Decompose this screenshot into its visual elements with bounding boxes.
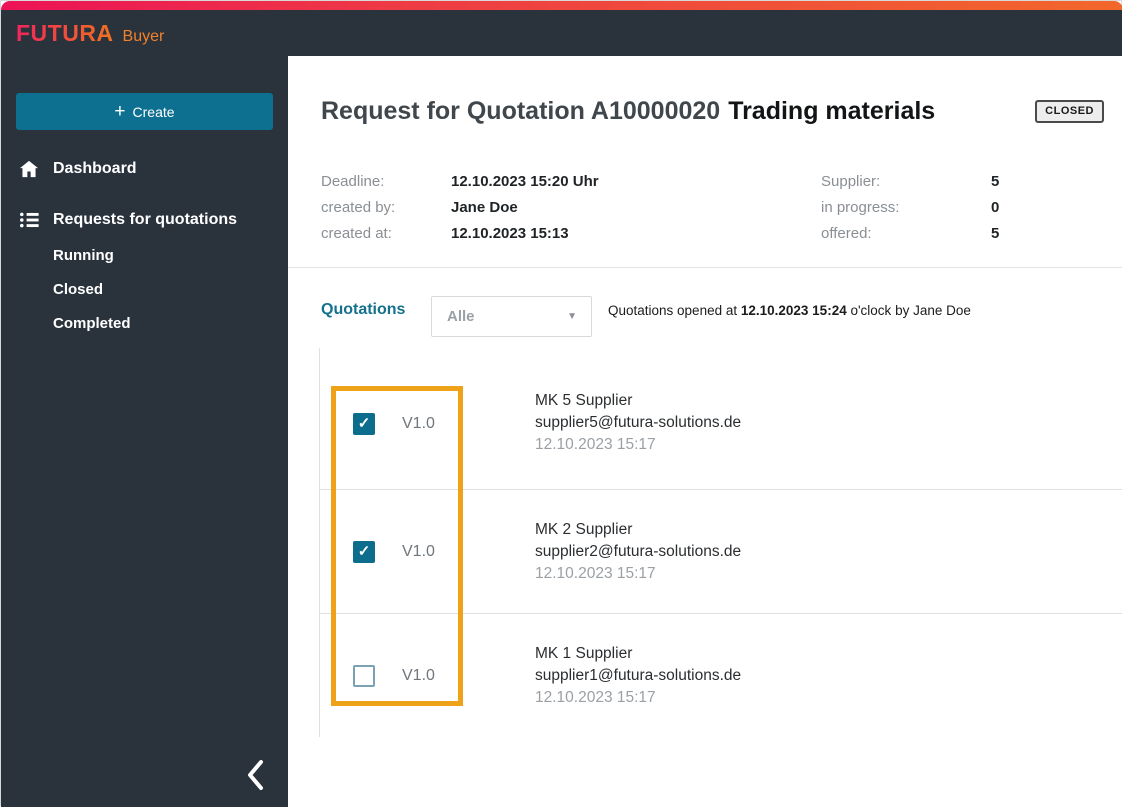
detail-value: 0 <box>991 198 1000 216</box>
quotation-date: 12.10.2023 15:17 <box>535 564 656 582</box>
brand-name: FUTURA <box>16 19 114 46</box>
detail-label: created by: <box>321 198 396 216</box>
check-icon: ✓ <box>357 543 371 560</box>
detail-created-at: created at: 12.10.2023 15:13 <box>321 220 569 246</box>
detail-in-progress-count: in progress: 0 <box>821 194 999 220</box>
quotation-version: V1.0 <box>402 542 435 560</box>
sidebar-subitem-closed[interactable]: Closed <box>53 276 103 302</box>
sidebar-item-dashboard[interactable]: Dashboard <box>1 152 288 186</box>
detail-value: 12.10.2023 15:20 Uhr <box>451 172 599 190</box>
detail-value: 5 <box>991 172 1000 190</box>
opened-info-prefix: Quotations opened at <box>608 303 741 318</box>
supplier-name: MK 1 Supplier <box>535 644 633 662</box>
supplier-info: MK 2 Supplier supplier2@futura-solutions… <box>535 519 741 585</box>
quotation-version: V1.0 <box>402 414 435 432</box>
detail-label: Deadline: <box>321 172 385 190</box>
detail-label: offered: <box>821 224 872 242</box>
quotations-filter-dropdown[interactable]: Alle ▼ <box>431 296 592 337</box>
quotation-row[interactable]: ✓ V1.0 MK 5 Supplier supplier5@futura-so… <box>320 348 1122 490</box>
supplier-email: supplier5@futura-solutions.de <box>535 413 742 431</box>
bulleted-list-icon <box>19 212 39 228</box>
check-icon: ✓ <box>357 415 371 432</box>
top-accent-bar <box>1 1 1122 10</box>
plus-icon: + <box>114 101 126 122</box>
filter-selected-value: Alle <box>447 308 475 325</box>
checkbox[interactable]: ✓ <box>353 664 375 687</box>
sidebar: + Create Dashboard Requests for quotatio… <box>1 56 288 807</box>
detail-supplier-count: Supplier: 5 <box>821 168 999 194</box>
create-button-label: Create <box>132 103 175 120</box>
page-title-name: Trading materials <box>728 97 936 125</box>
brand-logo: FUTURA Buyer <box>16 20 164 47</box>
quotation-date: 12.10.2023 15:17 <box>535 435 656 453</box>
sidebar-subitem-label: Closed <box>53 280 104 298</box>
detail-value: Jane Doe <box>451 198 518 216</box>
quotations-list: ✓ V1.0 MK 5 Supplier supplier5@futura-so… <box>319 348 1122 737</box>
supplier-info: MK 1 Supplier supplier1@futura-solutions… <box>535 643 741 709</box>
sidebar-item-requests-for-quotations[interactable]: Requests for quotations <box>1 203 288 237</box>
detail-deadline: Deadline: 12.10.2023 15:20 Uhr <box>321 168 599 194</box>
sidebar-item-label: Dashboard <box>53 160 137 177</box>
sidebar-subitem-completed[interactable]: Completed <box>53 310 131 336</box>
app-header: FUTURA Buyer <box>1 10 1122 56</box>
opened-info-suffix: o'clock by Jane Doe <box>846 303 971 318</box>
checkbox[interactable]: ✓ <box>353 540 375 563</box>
sidebar-subitem-label: Running <box>53 246 114 264</box>
detail-created-by: created by: Jane Doe <box>321 194 518 220</box>
sidebar-collapse-button[interactable] <box>233 753 277 797</box>
supplier-info: MK 5 Supplier supplier5@futura-solutions… <box>535 389 741 455</box>
supplier-name: MK 5 Supplier <box>535 391 633 409</box>
detail-value: 5 <box>991 224 1000 242</box>
sidebar-subitem-label: Completed <box>53 314 131 332</box>
detail-offered-count: offered: 5 <box>821 220 999 246</box>
app-window: { "colors": { "topbar_gradient_left": "#… <box>0 0 1122 807</box>
home-icon <box>19 160 39 178</box>
sidebar-item-label: Requests for quotations <box>53 211 238 228</box>
quotations-opened-info: Quotations opened at 12.10.2023 15:24 o'… <box>608 303 971 318</box>
brand-suffix: Buyer <box>122 27 165 45</box>
opened-info-datetime: 12.10.2023 15:24 <box>740 303 847 318</box>
page-title: Request for Quotation A10000020 <box>321 97 721 125</box>
title-row: Request for Quotation A10000020 Trading … <box>321 94 1104 128</box>
section-divider <box>288 267 1122 268</box>
supplier-email: supplier1@futura-solutions.de <box>535 666 742 684</box>
chevron-down-icon: ▼ <box>567 311 577 322</box>
create-button[interactable]: + Create <box>16 93 273 130</box>
quotation-date: 12.10.2023 15:17 <box>535 688 656 706</box>
chevron-left-icon <box>248 760 263 790</box>
quotation-row[interactable]: ✓ V1.0 MK 1 Supplier supplier1@futura-so… <box>320 614 1122 737</box>
detail-label: in progress: <box>821 198 900 216</box>
supplier-name: MK 2 Supplier <box>535 520 633 538</box>
detail-label: Supplier: <box>821 172 881 190</box>
quotation-version: V1.0 <box>402 666 435 684</box>
detail-value: 12.10.2023 15:13 <box>451 224 569 242</box>
quotations-section-label: Quotations <box>321 301 406 318</box>
main-content: Request for Quotation A10000020 Trading … <box>288 56 1122 807</box>
sidebar-subitem-running[interactable]: Running <box>53 242 114 268</box>
checkbox[interactable]: ✓ <box>353 412 375 435</box>
detail-label: created at: <box>321 224 392 242</box>
quotation-row[interactable]: ✓ V1.0 MK 2 Supplier supplier2@futura-so… <box>320 490 1122 614</box>
supplier-email: supplier2@futura-solutions.de <box>535 542 742 560</box>
status-badge: CLOSED <box>1035 99 1104 123</box>
